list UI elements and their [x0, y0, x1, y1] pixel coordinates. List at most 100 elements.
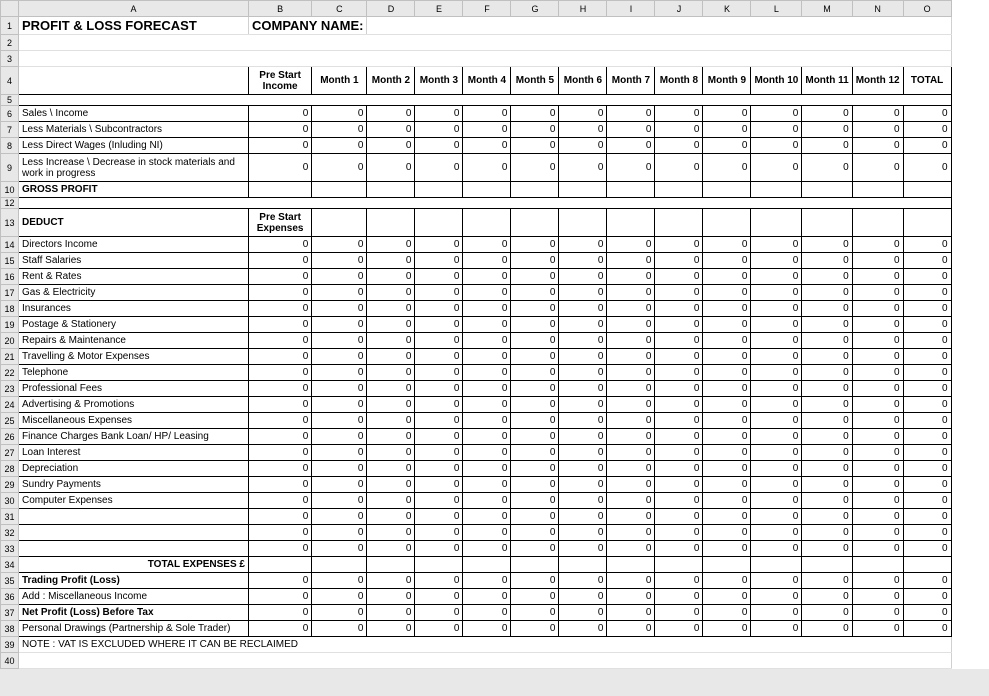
row-header[interactable]: 30 — [1, 493, 19, 509]
value-cell[interactable]: 0 — [703, 493, 751, 509]
value-cell[interactable]: 0 — [463, 237, 511, 253]
empty-cell[interactable] — [415, 209, 463, 237]
value-cell[interactable]: 0 — [415, 253, 463, 269]
value-cell[interactable]: 0 — [751, 493, 802, 509]
value-cell[interactable]: 0 — [655, 333, 703, 349]
value-cell[interactable]: 0 — [367, 317, 415, 333]
value-cell[interactable]: 0 — [463, 269, 511, 285]
value-cell[interactable]: 0 — [607, 429, 655, 445]
value-cell[interactable]: 0 — [511, 106, 559, 122]
value-cell[interactable]: 0 — [367, 605, 415, 621]
spreadsheet[interactable]: A B C D E F G H I J K L M N O 1 PROFIT &… — [0, 0, 989, 669]
value-cell[interactable]: 0 — [367, 122, 415, 138]
empty-cell[interactable] — [249, 557, 312, 573]
row-label[interactable]: Less Direct Wages (Inluding NI) — [19, 138, 249, 154]
value-cell[interactable]: 0 — [703, 573, 751, 589]
value-cell[interactable]: 0 — [367, 509, 415, 525]
value-cell[interactable]: 0 — [511, 269, 559, 285]
row-label[interactable]: Miscellaneous Expenses — [19, 413, 249, 429]
value-cell[interactable]: 0 — [903, 138, 951, 154]
value-cell[interactable]: 0 — [703, 365, 751, 381]
value-cell[interactable]: 0 — [655, 317, 703, 333]
value-cell[interactable]: 0 — [751, 106, 802, 122]
value-cell[interactable]: 0 — [802, 493, 852, 509]
empty-cell[interactable] — [852, 182, 903, 198]
row-header[interactable]: 28 — [1, 461, 19, 477]
empty-cell[interactable] — [852, 557, 903, 573]
col-header[interactable]: J — [655, 1, 703, 17]
value-cell[interactable]: 0 — [367, 154, 415, 182]
value-cell[interactable]: 0 — [802, 349, 852, 365]
value-cell[interactable]: 0 — [903, 269, 951, 285]
row-header[interactable]: 36 — [1, 589, 19, 605]
value-cell[interactable]: 0 — [802, 589, 852, 605]
col-header[interactable]: E — [415, 1, 463, 17]
value-cell[interactable]: 0 — [312, 413, 367, 429]
value-cell[interactable]: 0 — [607, 509, 655, 525]
col-header[interactable]: M — [802, 1, 852, 17]
value-cell[interactable]: 0 — [559, 317, 607, 333]
value-cell[interactable]: 0 — [655, 154, 703, 182]
value-cell[interactable]: 0 — [655, 301, 703, 317]
value-cell[interactable]: 0 — [703, 477, 751, 493]
value-cell[interactable]: 0 — [312, 573, 367, 589]
row-header[interactable]: 35 — [1, 573, 19, 589]
empty-cell[interactable] — [655, 209, 703, 237]
value-cell[interactable]: 0 — [312, 349, 367, 365]
value-cell[interactable]: 0 — [559, 509, 607, 525]
value-cell[interactable]: 0 — [655, 541, 703, 557]
row-label[interactable]: Finance Charges Bank Loan/ HP/ Leasing — [19, 429, 249, 445]
col-header[interactable]: B — [249, 1, 312, 17]
value-cell[interactable]: 0 — [249, 413, 312, 429]
value-cell[interactable]: 0 — [903, 154, 951, 182]
row-label[interactable]: Telephone — [19, 365, 249, 381]
value-cell[interactable]: 0 — [703, 269, 751, 285]
value-cell[interactable]: 0 — [607, 525, 655, 541]
value-cell[interactable]: 0 — [903, 122, 951, 138]
value-cell[interactable]: 0 — [559, 397, 607, 413]
value-cell[interactable]: 0 — [903, 525, 951, 541]
value-cell[interactable]: 0 — [312, 509, 367, 525]
value-cell[interactable]: 0 — [852, 493, 903, 509]
value-cell[interactable]: 0 — [415, 397, 463, 413]
value-cell[interactable]: 0 — [415, 621, 463, 637]
value-cell[interactable]: 0 — [903, 397, 951, 413]
empty-cell[interactable] — [703, 182, 751, 198]
empty-cell[interactable] — [703, 209, 751, 237]
row-header[interactable]: 24 — [1, 397, 19, 413]
value-cell[interactable]: 0 — [463, 413, 511, 429]
row-header[interactable]: 25 — [1, 413, 19, 429]
value-cell[interactable]: 0 — [511, 445, 559, 461]
value-cell[interactable]: 0 — [751, 605, 802, 621]
value-cell[interactable]: 0 — [249, 269, 312, 285]
value-cell[interactable]: 0 — [802, 525, 852, 541]
value-cell[interactable]: 0 — [367, 461, 415, 477]
value-cell[interactable]: 0 — [802, 237, 852, 253]
header-month[interactable]: Month 9 — [703, 67, 751, 95]
value-cell[interactable]: 0 — [607, 413, 655, 429]
value-cell[interactable]: 0 — [751, 301, 802, 317]
value-cell[interactable]: 0 — [511, 365, 559, 381]
value-cell[interactable]: 0 — [511, 413, 559, 429]
value-cell[interactable]: 0 — [463, 477, 511, 493]
value-cell[interactable]: 0 — [511, 381, 559, 397]
value-cell[interactable]: 0 — [802, 573, 852, 589]
col-header[interactable]: I — [607, 1, 655, 17]
value-cell[interactable]: 0 — [903, 477, 951, 493]
value-cell[interactable]: 0 — [852, 106, 903, 122]
row-header[interactable]: 34 — [1, 557, 19, 573]
value-cell[interactable]: 0 — [903, 381, 951, 397]
value-cell[interactable]: 0 — [249, 477, 312, 493]
value-cell[interactable]: 0 — [312, 541, 367, 557]
value-cell[interactable]: 0 — [852, 253, 903, 269]
value-cell[interactable]: 0 — [463, 301, 511, 317]
header-month[interactable]: Month 5 — [511, 67, 559, 95]
header-prestart-income[interactable]: Pre Start Income — [249, 67, 312, 95]
empty-cell[interactable] — [903, 557, 951, 573]
value-cell[interactable]: 0 — [802, 397, 852, 413]
value-cell[interactable]: 0 — [802, 445, 852, 461]
empty-cell[interactable] — [367, 209, 415, 237]
value-cell[interactable]: 0 — [852, 477, 903, 493]
value-cell[interactable]: 0 — [249, 365, 312, 381]
value-cell[interactable]: 0 — [703, 525, 751, 541]
